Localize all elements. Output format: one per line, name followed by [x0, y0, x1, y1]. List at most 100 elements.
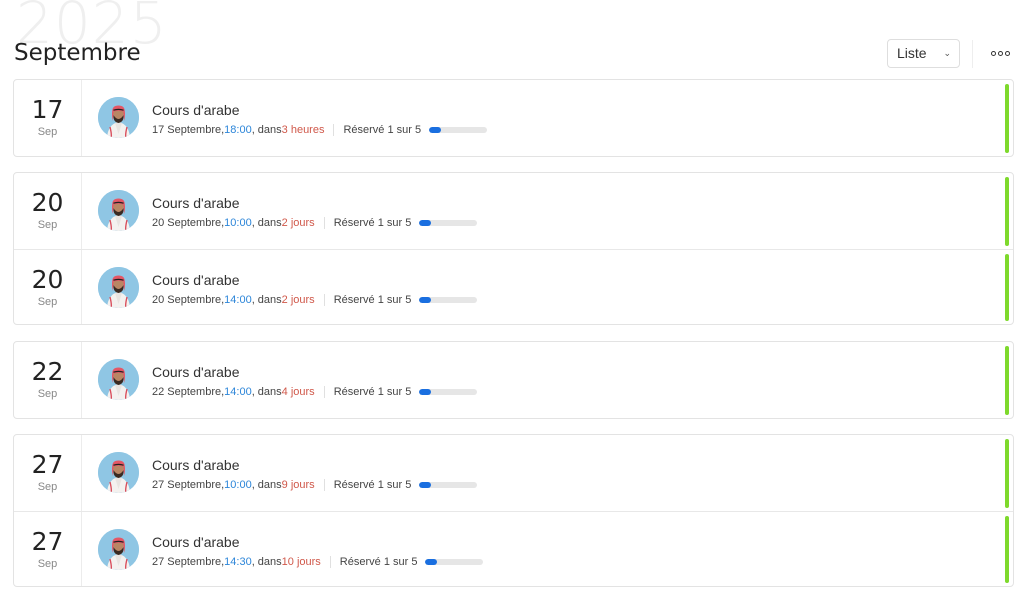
more-options-button[interactable]: [988, 46, 1012, 60]
event-date: 20 Sep: [14, 173, 82, 249]
chevron-down-icon: ⌄: [943, 48, 951, 58]
booking-progress: [419, 482, 478, 488]
event-title[interactable]: Cours d'arabe: [152, 272, 240, 288]
view-select-value: Liste: [897, 45, 927, 61]
meta-divider: [323, 479, 325, 491]
event-meta: 17 Septembre, 18:00, dans 3 heures Réser…: [152, 124, 488, 136]
event-date-text: 17 Septembre,: [152, 124, 225, 136]
event-date: 27 Sep: [14, 511, 82, 586]
event-day: 27: [31, 450, 64, 479]
event-date-text: 20 Septembre,: [152, 293, 225, 306]
event-day: 20: [31, 264, 64, 294]
booking-status: Réservé 1 sur 5: [333, 293, 412, 306]
event-month: Sep: [37, 219, 58, 231]
event-date: 20 Sep: [14, 249, 82, 324]
event-meta: 22 Septembre, 14:00, dans 4 jours Réserv…: [152, 386, 478, 398]
event-date: 17 Sep: [14, 80, 82, 156]
event-month: Sep: [37, 295, 58, 308]
booking-progress-fill: [425, 558, 438, 565]
booking-progress-fill: [419, 482, 431, 488]
event-row[interactable]: 22 Sep Cours d'arabe 22 Septembre, 14:00…: [14, 342, 1013, 418]
event-relative-time: 4 jours: [281, 386, 315, 398]
event-row[interactable]: 27 Sep Cours d'arabe 27 Septembre, 14:30…: [14, 510, 1013, 586]
meta-divider: [329, 555, 331, 568]
status-indicator: [1005, 253, 1009, 321]
event-time: 10:00: [224, 479, 252, 491]
event-day: 20: [31, 188, 64, 217]
status-indicator: [1005, 84, 1009, 153]
event-relative-time: 2 jours: [281, 217, 315, 229]
booking-status: Réservé 1 sur 5: [343, 124, 422, 136]
event-date-text: 22 Septembre,: [152, 386, 225, 398]
event-title[interactable]: Cours d'arabe: [152, 457, 240, 473]
meta-divider: [323, 293, 325, 306]
instructor-avatar: [98, 528, 139, 570]
event-row[interactable]: 27 Sep Cours d'arabe 27 Septembre, 10:00…: [14, 435, 1013, 511]
more-horizontal-icon: [990, 50, 996, 56]
event-meta: 27 Septembre, 14:30, dans 10 jours Réser…: [152, 555, 484, 568]
event-month: Sep: [37, 126, 58, 138]
booking-progress: [419, 389, 478, 395]
instructor-avatar: [98, 452, 139, 493]
event-date: 22 Sep: [14, 342, 82, 418]
booking-progress: [419, 220, 478, 226]
event-row[interactable]: 17 Sep Cours d'arabe 17 Septembre, 18:00…: [14, 80, 1013, 156]
booking-progress-fill: [419, 220, 431, 226]
status-indicator: [1005, 346, 1009, 415]
event-month: Sep: [37, 557, 58, 570]
instructor-avatar: [98, 97, 139, 138]
event-meta: 27 Septembre, 10:00, dans 9 jours Réserv…: [152, 479, 478, 491]
instructor-avatar: [98, 359, 139, 400]
event-row[interactable]: 20 Sep Cours d'arabe 20 Septembre, 14:00…: [14, 248, 1013, 324]
meta-divider: [333, 124, 335, 136]
meta-divider: [323, 386, 325, 398]
event-meta: 20 Septembre, 14:00, dans 2 jours Réserv…: [152, 293, 478, 306]
event-group: 27 Sep Cours d'arabe 27 Septembre, 10:00…: [13, 434, 1014, 587]
instructor-avatar: [98, 266, 139, 308]
event-group: 17 Sep Cours d'arabe 17 Septembre, 18:00…: [13, 79, 1014, 157]
booking-progress-fill: [419, 296, 431, 303]
view-select[interactable]: Liste ⌄: [887, 39, 960, 68]
event-sep: , dans: [251, 386, 282, 398]
event-sep: , dans: [251, 479, 282, 491]
booking-progress: [425, 558, 484, 565]
event-time: 18:00: [224, 124, 252, 136]
event-date-text: 20 Septembre,: [152, 217, 225, 229]
event-title[interactable]: Cours d'arabe: [152, 534, 240, 550]
status-indicator: [1005, 439, 1009, 508]
event-date-text: 27 Septembre,: [152, 555, 225, 568]
event-date: 27 Sep: [14, 435, 82, 511]
booking-status: Réservé 1 sur 5: [333, 479, 412, 491]
booking-progress-fill: [419, 389, 431, 395]
booking-status: Réservé 1 sur 5: [333, 217, 412, 229]
event-month: Sep: [37, 388, 58, 400]
event-sep: , dans: [251, 555, 282, 568]
event-day: 17: [31, 95, 64, 124]
month-title: Septembre: [14, 40, 141, 66]
event-group: 20 Sep Cours d'arabe 20 Septembre, 10:00…: [13, 172, 1014, 325]
event-relative-time: 9 jours: [281, 479, 315, 491]
event-day: 27: [31, 526, 64, 556]
event-meta: 20 Septembre, 10:00, dans 2 jours Réserv…: [152, 217, 478, 229]
event-day: 22: [31, 357, 64, 386]
booking-status: Réservé 1 sur 5: [339, 555, 418, 568]
status-indicator: [1005, 515, 1009, 583]
event-sep: , dans: [251, 217, 282, 229]
event-title[interactable]: Cours d'arabe: [152, 195, 240, 211]
event-time: 14:00: [224, 293, 252, 306]
booking-progress-fill: [429, 127, 441, 133]
event-sep: , dans: [251, 293, 282, 306]
event-relative-time: 3 heures: [281, 124, 325, 136]
status-indicator: [1005, 177, 1009, 246]
event-month: Sep: [37, 481, 58, 493]
event-time: 10:00: [224, 217, 252, 229]
booking-status: Réservé 1 sur 5: [333, 386, 412, 398]
event-time: 14:30: [224, 555, 252, 568]
toolbar-divider: [972, 40, 973, 68]
event-title[interactable]: Cours d'arabe: [152, 102, 240, 118]
instructor-avatar: [98, 190, 139, 231]
event-relative-time: 2 jours: [281, 293, 315, 306]
event-title[interactable]: Cours d'arabe: [152, 364, 240, 380]
event-group: 22 Sep Cours d'arabe 22 Septembre, 14:00…: [13, 341, 1014, 419]
event-row[interactable]: 20 Sep Cours d'arabe 20 Septembre, 10:00…: [14, 173, 1013, 249]
